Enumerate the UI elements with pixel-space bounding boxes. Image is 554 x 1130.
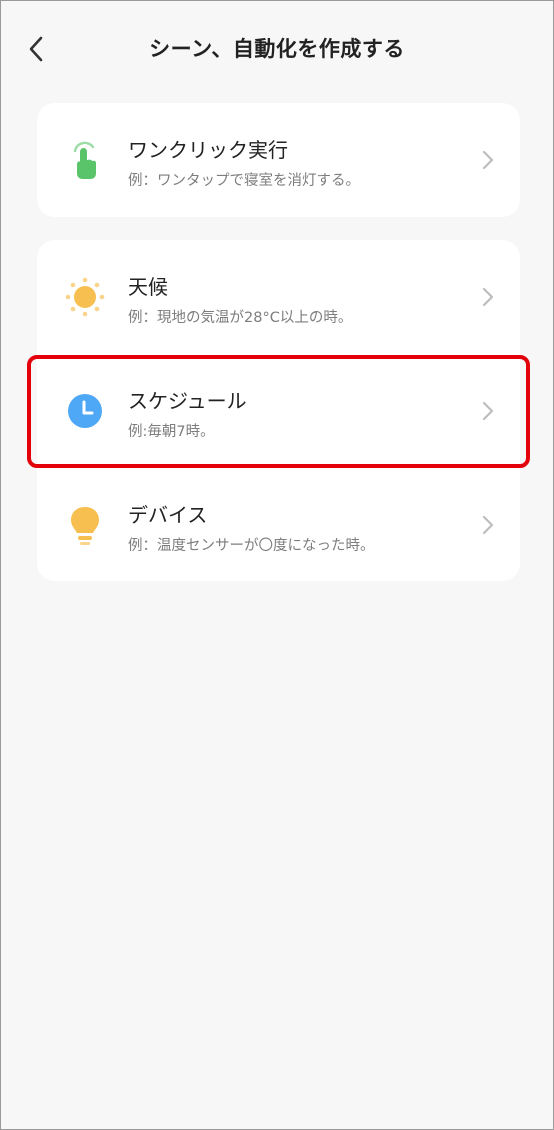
option-subtitle: 例:毎朝7時。 — [128, 424, 215, 440]
clock-icon — [65, 391, 105, 431]
card-group-one-click: ワンクリック実行 例：ワンタップで寝室を消灯する。 — [37, 103, 520, 217]
option-title: デバイス — [128, 503, 208, 527]
option-weather[interactable]: 天候 例：現地の気温が28°C以上の時。 — [37, 240, 520, 354]
option-device[interactable]: デバイス 例：温度センサーが〇度になった時。 — [37, 468, 520, 582]
chevron-right-icon — [482, 150, 494, 170]
option-subtitle: 例：ワンタップで寝室を消灯する。 — [128, 173, 360, 189]
option-title: ワンクリック実行 — [128, 138, 288, 162]
option-subtitle: 例：現地の気温が28°C以上の時。 — [128, 310, 353, 326]
page-title: シーン、自動化を作成する — [149, 37, 405, 61]
header-bar: シーン、自動化を作成する — [1, 1, 553, 97]
chevron-right-icon — [482, 515, 494, 535]
sun-icon — [65, 277, 105, 317]
tap-hand-icon — [65, 140, 105, 180]
chevron-right-icon — [482, 287, 494, 307]
option-title: スケジュール — [128, 389, 247, 413]
option-title: 天候 — [128, 275, 168, 299]
lightbulb-icon — [65, 505, 105, 545]
option-subtitle: 例：温度センサーが〇度になった時。 — [128, 538, 375, 554]
card-group-conditions: 天候 例：現地の気温が28°C以上の時。 スケジュール 例:毎朝7時。 デバイス — [37, 240, 520, 581]
option-one-click[interactable]: ワンクリック実行 例：ワンタップで寝室を消灯する。 — [37, 103, 520, 217]
chevron-right-icon — [482, 401, 494, 421]
option-schedule[interactable]: スケジュール 例:毎朝7時。 — [37, 354, 520, 468]
